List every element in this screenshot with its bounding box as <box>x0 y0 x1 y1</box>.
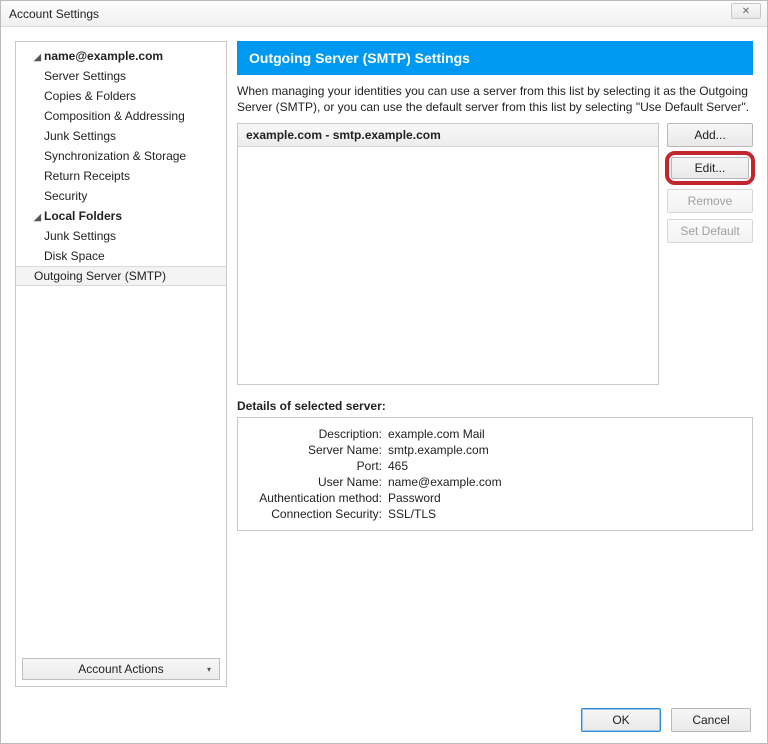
details-row-connection: Connection Security: SSL/TLS <box>248 506 742 522</box>
details-label: User Name: <box>248 475 388 489</box>
intro-text: When managing your identities you can us… <box>237 83 753 115</box>
details-label: Server Name: <box>248 443 388 457</box>
details-row-port: Port: 465 <box>248 458 742 474</box>
details-row-description: Description: example.com Mail <box>248 426 742 442</box>
details-value: name@example.com <box>388 475 502 489</box>
account-actions-button[interactable]: Account Actions ▾ <box>22 658 220 680</box>
smtp-server-list[interactable]: example.com - smtp.example.com <box>237 123 659 385</box>
details-label: Connection Security: <box>248 507 388 521</box>
set-default-button[interactable]: Set Default <box>667 219 753 243</box>
details-value: 465 <box>388 459 408 473</box>
smtp-server-item[interactable]: example.com - smtp.example.com <box>238 124 658 147</box>
tree-local-folders-label: Local Folders <box>44 209 122 223</box>
tree-item-copies-folders[interactable]: Copies & Folders <box>16 86 226 106</box>
tree-item-outgoing-smtp[interactable]: Outgoing Server (SMTP) <box>16 266 226 286</box>
account-settings-window: Account Settings ✕ ◢name@example.com Ser… <box>0 0 768 744</box>
details-section: Details of selected server: Description:… <box>237 399 753 531</box>
details-row-auth: Authentication method: Password <box>248 490 742 506</box>
details-value: smtp.example.com <box>388 443 489 457</box>
main-panel: Outgoing Server (SMTP) Settings When man… <box>237 41 753 687</box>
account-actions-label: Account Actions <box>78 662 163 676</box>
server-row: example.com - smtp.example.com Add... Ed… <box>237 123 753 385</box>
tree-item-sync-storage[interactable]: Synchronization & Storage <box>16 146 226 166</box>
tree-item-disk-space[interactable]: Disk Space <box>16 246 226 266</box>
add-button[interactable]: Add... <box>667 123 753 147</box>
close-icon: ✕ <box>742 6 750 17</box>
chevron-down-icon: ◢ <box>34 212 42 223</box>
tree-item-server-settings[interactable]: Server Settings <box>16 66 226 86</box>
accounts-tree: ◢name@example.com Server Settings Copies… <box>16 42 226 290</box>
window-title: Account Settings <box>9 7 99 21</box>
tree-account-label: name@example.com <box>44 49 163 63</box>
details-label: Port: <box>248 459 388 473</box>
details-box: Description: example.com Mail Server Nam… <box>237 417 753 531</box>
section-header: Outgoing Server (SMTP) Settings <box>237 41 753 75</box>
titlebar: Account Settings ✕ <box>1 1 767 27</box>
tree-item-local-junk[interactable]: Junk Settings <box>16 226 226 246</box>
cancel-button[interactable]: Cancel <box>671 708 751 732</box>
accounts-sidebar: ◢name@example.com Server Settings Copies… <box>15 41 227 687</box>
edit-highlight: Edit... <box>665 151 755 185</box>
details-value: example.com Mail <box>388 427 485 441</box>
tree-item-junk[interactable]: Junk Settings <box>16 126 226 146</box>
chevron-down-icon: ▾ <box>207 665 211 674</box>
details-label: Authentication method: <box>248 491 388 505</box>
tree-item-composition[interactable]: Composition & Addressing <box>16 106 226 126</box>
details-value: SSL/TLS <box>388 507 436 521</box>
details-label: Description: <box>248 427 388 441</box>
remove-button[interactable]: Remove <box>667 189 753 213</box>
ok-button[interactable]: OK <box>581 708 661 732</box>
details-row-user-name: User Name: name@example.com <box>248 474 742 490</box>
tree-item-security[interactable]: Security <box>16 186 226 206</box>
account-actions-wrap: Account Actions ▾ <box>16 652 226 686</box>
tree-account-root[interactable]: ◢name@example.com <box>16 46 226 66</box>
tree-item-return-receipts[interactable]: Return Receipts <box>16 166 226 186</box>
dialog-footer: OK Cancel <box>1 697 767 743</box>
details-row-server-name: Server Name: smtp.example.com <box>248 442 742 458</box>
tree-local-folders[interactable]: ◢Local Folders <box>16 206 226 226</box>
details-title: Details of selected server: <box>237 399 753 413</box>
details-value: Password <box>388 491 441 505</box>
server-buttons-column: Add... Edit... Remove Set Default <box>667 123 753 243</box>
edit-button[interactable]: Edit... <box>671 157 749 179</box>
dialog-body: ◢name@example.com Server Settings Copies… <box>1 27 767 697</box>
close-button[interactable]: ✕ <box>731 3 761 19</box>
chevron-down-icon: ◢ <box>34 52 42 63</box>
